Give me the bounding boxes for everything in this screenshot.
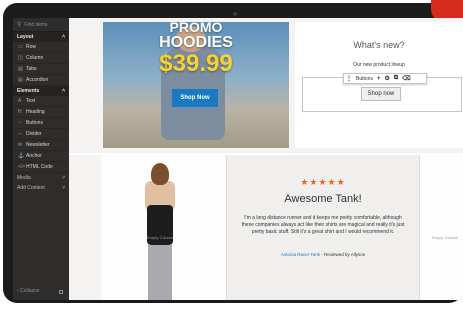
page-canvas: PROMO HOODIES $39.99 Shop Now What's new…: [69, 18, 463, 300]
element-toolbar: ⋮ Buttons + ⚙ ⧉ ⌫: [343, 73, 427, 84]
sidebar-item-heading[interactable]: H Heading: [13, 107, 69, 118]
content-row-2[interactable]: Empty Column ★★★★★ Awesome Tank! I'm a l…: [69, 155, 463, 300]
divider-icon: ─: [18, 131, 22, 137]
whats-new-subtitle: Our new product lineup: [353, 62, 405, 68]
group-elements[interactable]: Elements ˄: [13, 86, 69, 96]
code-icon: </>: [18, 164, 26, 170]
sidebar-item-newsletter[interactable]: ✉ Newsletter: [13, 140, 69, 151]
sidebar-item-text[interactable]: A Text: [13, 96, 69, 107]
promo-banner[interactable]: PROMO HOODIES $39.99 Shop Now: [103, 22, 289, 148]
empty-column-label: Empty Column: [432, 235, 459, 240]
shop-now-button[interactable]: Shop Now: [172, 89, 218, 107]
sidebar-item-buttons[interactable]: ☞ Buttons: [13, 118, 69, 129]
review-attribution: Antonia Racer Tank - Reviewed by Allyson: [227, 252, 419, 257]
product-image-column[interactable]: Empty Column: [101, 155, 227, 300]
product-model-image: [141, 163, 179, 300]
model-leggings: [148, 245, 172, 300]
sidebar-item-anchor[interactable]: ⚓ Anchor: [13, 151, 69, 162]
group-media[interactable]: Media ˅: [13, 173, 69, 183]
add-icon[interactable]: +: [375, 76, 383, 82]
shop-now-secondary-button[interactable]: Shop now: [361, 87, 401, 101]
page-builder-sidebar: ⚲ Find items Layout ˄ ▭ Row ◫ Column ▤ T…: [13, 18, 69, 300]
newsletter-icon: ✉: [18, 142, 23, 148]
search-icon: ⚲: [17, 22, 22, 28]
empty-right-column[interactable]: Empty Column: [419, 155, 463, 300]
promo-price: $39.99: [159, 50, 233, 77]
whats-new-heading: What's new?: [353, 40, 405, 50]
laptop-frame: ⚲ Find items Layout ˄ ▭ Row ◫ Column ▤ T…: [3, 0, 463, 303]
model-hair: [151, 163, 169, 185]
anchor-icon: ⚓: [18, 153, 25, 159]
review-title: Awesome Tank!: [284, 193, 362, 205]
gear-icon[interactable]: ⚙: [382, 75, 391, 82]
chevron-up-icon: ˄: [62, 88, 65, 94]
text-icon: A: [18, 98, 22, 104]
panel-toggle-icon[interactable]: [59, 290, 63, 294]
group-add-content[interactable]: Add Content ˅: [13, 183, 69, 193]
whats-new-column[interactable]: What's new? Our new product lineup ⋮ But…: [295, 22, 463, 148]
accordion-icon: ▤: [18, 77, 23, 83]
group-layout[interactable]: Layout ˄: [13, 32, 69, 42]
review-body: I'm a long distance runner and it keeps …: [241, 215, 405, 235]
column-icon: ◫: [18, 55, 23, 61]
sidebar-item-tabs[interactable]: ▤ Tabs: [13, 64, 69, 75]
collapse-sidebar-button[interactable]: ‹ Collapse: [17, 288, 40, 294]
duplicate-icon[interactable]: ⧉: [392, 75, 400, 82]
sidebar-item-column[interactable]: ◫ Column: [13, 53, 69, 64]
trash-icon[interactable]: ⌫: [400, 75, 412, 82]
sidebar-item-row[interactable]: ▭ Row: [13, 42, 69, 53]
drag-handle-icon[interactable]: ⋮: [344, 75, 354, 82]
sidebar-item-html-code[interactable]: </> HTML Code: [13, 162, 69, 173]
search-placeholder: Find items: [24, 21, 48, 28]
tabs-icon: ▤: [18, 66, 23, 72]
row-icon: ▭: [18, 44, 23, 50]
reviewer-name: - Reviewed by Allyson: [321, 252, 366, 257]
review-column[interactable]: ★★★★★ Awesome Tank! I'm a long distance …: [227, 155, 419, 300]
chevron-down-icon: ˅: [62, 185, 65, 191]
sidebar-item-accordion[interactable]: ▤ Accordion: [13, 75, 69, 86]
empty-column-label: Empty Column: [147, 235, 174, 240]
content-row-1[interactable]: PROMO HOODIES $39.99 Shop Now What's new…: [69, 18, 463, 153]
toolbar-label: Buttons: [356, 75, 373, 82]
sidebar-search[interactable]: ⚲ Find items: [13, 18, 69, 32]
screen: ⚲ Find items Layout ˄ ▭ Row ◫ Column ▤ T…: [13, 18, 463, 300]
pointer-icon: ☞: [18, 120, 23, 126]
chevron-up-icon: ˄: [62, 34, 65, 40]
chevron-left-icon: ‹: [17, 288, 19, 294]
product-link[interactable]: Antonia Racer Tank: [281, 252, 320, 257]
camera-dot: [233, 12, 237, 16]
chevron-down-icon: ˅: [62, 175, 65, 181]
rating-stars: ★★★★★: [300, 177, 346, 187]
sidebar-item-divider[interactable]: ─ Divider: [13, 129, 69, 140]
heading-icon: H: [18, 109, 22, 115]
